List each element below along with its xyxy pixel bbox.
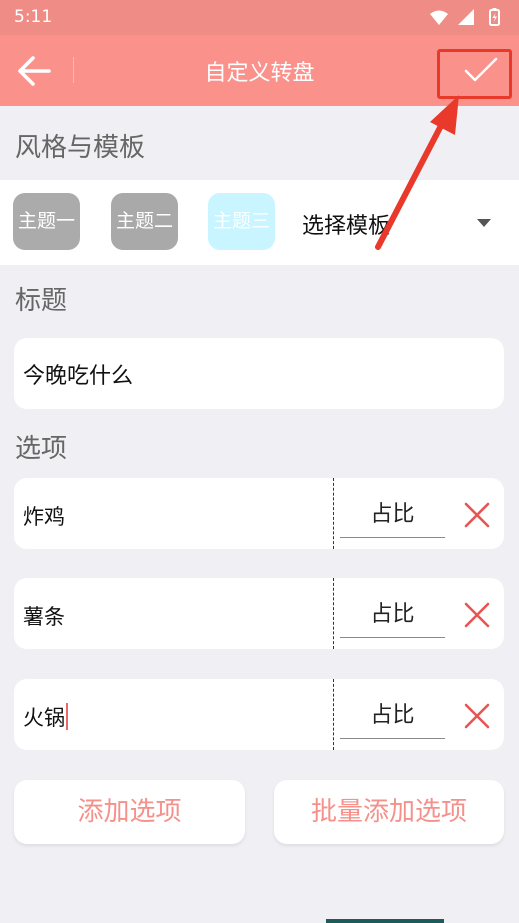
signal-icon [458,9,474,25]
template-select[interactable]: 选择模板 [302,208,390,240]
text-cursor [66,703,68,730]
annotation-highlight-box [437,49,512,99]
status-bar: 5:11 [0,0,519,35]
option-divider [333,679,334,750]
title-input[interactable]: 今晚吃什么 [14,338,504,409]
option-divider [333,578,334,649]
option-name-text: 火锅 [23,706,65,730]
caret-down-icon[interactable] [477,219,491,227]
theme-chip-1[interactable]: 主题一 [13,193,80,250]
option-card: 火锅 占比 [14,679,504,750]
ratio-input[interactable]: 占比 [340,596,445,638]
close-x-icon[interactable] [463,702,491,730]
wifi-icon [430,10,448,25]
theme-chip-3-selected[interactable]: 主题三 [208,193,275,250]
options-section-label: 选项 [15,434,68,464]
title-section-label: 标题 [15,286,68,316]
theme-chip-2[interactable]: 主题二 [111,193,178,250]
add-option-button[interactable]: 添加选项 [14,780,245,844]
ratio-input[interactable]: 占比 [340,496,445,538]
option-name-input[interactable]: 薯条 [23,601,65,631]
status-time: 5:11 [14,7,53,27]
option-card: 薯条 占比 [14,578,504,649]
style-section-label: 风格与模板 [15,133,146,163]
option-card: 炸鸡 占比 [14,478,504,549]
navigation-bar-hint [326,919,444,923]
close-x-icon[interactable] [463,501,491,529]
ratio-input[interactable]: 占比 [340,697,445,739]
theme-row: 主题一 主题二 主题三 选择模板 [0,180,519,265]
close-x-icon[interactable] [463,601,491,629]
option-divider [333,478,334,549]
option-name-input-focused[interactable]: 火锅 [23,702,68,732]
option-name-input[interactable]: 炸鸡 [23,501,65,531]
status-icons [430,8,500,26]
batch-add-option-button[interactable]: 批量添加选项 [274,780,504,844]
